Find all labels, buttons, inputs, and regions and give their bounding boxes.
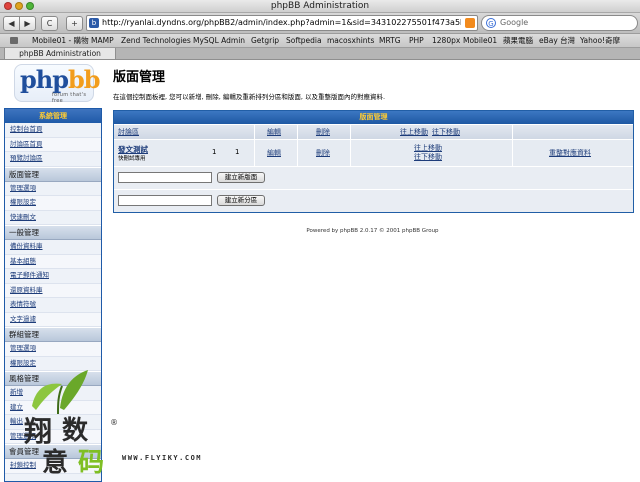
bookmark-item[interactable]: Getgrip (251, 34, 279, 47)
column-divider (350, 140, 351, 166)
column-forum-link[interactable]: 討論區 (118, 125, 139, 139)
sidebar-item-forum-index[interactable]: 討論區首頁 (5, 137, 101, 152)
column-move-down-link[interactable]: 往下移動 (432, 125, 460, 139)
bookmark-item[interactable]: Yahoo!奇摩 (580, 34, 620, 47)
bookmark-item[interactable]: macosxhints (327, 34, 374, 47)
column-divider (254, 140, 255, 166)
window-title: phpBB Administration (270, 1, 370, 11)
sidebar-item-configuration[interactable]: 基本組態 (5, 254, 101, 269)
bookmark-item[interactable]: PHP (409, 34, 424, 47)
bookmark-item[interactable]: 蘋果電腦 (503, 34, 533, 47)
sidebar-item-admin-index[interactable]: 控制台首頁 (5, 123, 101, 138)
forum-edit-link[interactable]: 編輯 (267, 148, 281, 158)
sidebar-category-group-admin: 群組管理 (5, 327, 101, 342)
sprout-icon (32, 370, 88, 415)
forum-delete-link[interactable]: 刪除 (316, 148, 330, 158)
add-forum-row: 建立新版面 (114, 166, 633, 189)
watermark-char: 意 (42, 448, 69, 478)
column-divider (297, 140, 298, 166)
sidebar-item-prune[interactable]: 快速刪文 (5, 210, 101, 225)
rss-icon[interactable] (465, 18, 475, 28)
forum-posts-count: 1 (235, 148, 240, 156)
column-move-up-link[interactable]: 往上移動 (400, 125, 428, 139)
forum-row: 發文測試 快刪試專用 1 1 編輯 刪除 往上移動 往下移動 重整對應資料 (114, 139, 633, 166)
watermark-registered-mark: ® (110, 418, 118, 427)
search-placeholder: Google (500, 18, 529, 27)
column-divider (512, 140, 513, 166)
forum-admin-panel: 版面管理 討論區 編輯 刪除 往上移動 往下移動 發文測試 快刪試專用 1 1 … (113, 110, 634, 213)
bookmarks-bar: Mobile01 - 購物 MAMP Zend Technologies MyS… (0, 34, 640, 48)
sidebar-item-forum-manage[interactable]: 管理選項 (5, 181, 101, 196)
new-category-name-input[interactable] (118, 195, 212, 206)
table-title: 版面管理 (114, 111, 633, 124)
search-field[interactable]: G Google (481, 15, 638, 31)
phpbb-logo[interactable]: phpbb forum that's free (14, 64, 101, 104)
forward-button[interactable]: ▶ (19, 16, 36, 31)
bookmark-item[interactable]: Mobile01 - 購物 (32, 34, 89, 47)
forum-description: 快刪試專用 (118, 156, 146, 162)
page-footer: Powered by phpBB 2.0.17 © 2001 phpBB Gro… (306, 228, 439, 234)
logo-wordmark: phpbb (20, 65, 101, 94)
bookmark-item[interactable]: eBay 台灣 (539, 34, 575, 47)
column-edit-link[interactable]: 編輯 (267, 125, 281, 139)
watermark-char: 码 (78, 448, 105, 478)
bookmark-item[interactable]: MySQL Admin (193, 34, 245, 47)
sidebar-item-word-censor[interactable]: 文字過濾 (5, 312, 101, 327)
bookmark-item[interactable]: Softpedia (286, 34, 322, 47)
sidebar-category-forum-admin: 版面管理 (5, 166, 101, 182)
page-title: 版面管理 (113, 70, 166, 85)
logo-php-text: php (20, 65, 69, 94)
logo-tagline: forum that's free (52, 92, 87, 104)
bookmark-item[interactable]: MRTG (379, 34, 401, 47)
column-delete-link[interactable]: 刪除 (316, 125, 330, 139)
tab-phpbb-administration[interactable]: phpBB Administration (4, 48, 116, 59)
refresh-button[interactable]: C (41, 16, 58, 31)
sidebar-item-forum-permissions[interactable]: 權限設定 (5, 196, 101, 211)
google-search-icon[interactable]: G (486, 18, 496, 28)
column-divider (350, 125, 351, 139)
bookmarks-book-icon[interactable] (10, 37, 18, 44)
forum-admin-table: 版面管理 討論區 編輯 刪除 往上移動 往下移動 發文測試 快刪試專用 1 1 … (113, 110, 634, 213)
back-button[interactable]: ◀ (3, 16, 20, 31)
sidebar-item-group-manage[interactable]: 管理選項 (5, 342, 101, 357)
create-forum-button[interactable]: 建立新版面 (217, 172, 265, 183)
column-divider (254, 125, 255, 139)
sidebar-item-smilies[interactable]: 表情符號 (5, 298, 101, 313)
browser-toolbar: ◀ ▶ C + b http://ryanlai.dyndns.org/phpB… (0, 13, 640, 34)
table-header-row: 討論區 編輯 刪除 往上移動 往下移動 (114, 124, 633, 139)
address-bar[interactable]: b http://ryanlai.dyndns.org/phpBB2/admin… (86, 15, 478, 31)
sidebar-category-general-admin: 一般管理 (5, 225, 101, 240)
forum-move-down-link[interactable]: 往下移動 (414, 152, 442, 162)
add-category-row: 建立新分區 (114, 189, 633, 212)
forum-topics-count: 1 (212, 148, 217, 156)
bookmark-item[interactable]: 1280px (432, 34, 460, 47)
address-bar-url[interactable]: http://ryanlai.dyndns.org/phpBB2/admin/i… (102, 16, 461, 30)
page-description: 在這個控制面板裡, 您可以新增, 刪除, 編輯及重新排列分區和版面, 以及重整版… (113, 93, 386, 101)
sidebar-item-backup-db[interactable]: 備份資料庫 (5, 240, 101, 255)
watermark-site: WWW.FLYIKY.COM (122, 454, 203, 462)
sidebar-header: 系統管理 (5, 109, 101, 123)
bookmark-item[interactable]: MAMP (91, 34, 114, 47)
tab-bar: phpBB Administration (0, 48, 640, 60)
column-divider (297, 125, 298, 139)
window-titlebar: phpBB Administration (0, 0, 640, 13)
create-category-button[interactable]: 建立新分區 (217, 195, 265, 206)
add-bookmark-button[interactable]: + (66, 16, 83, 31)
site-favicon-icon: b (89, 18, 99, 28)
bookmark-item[interactable]: Zend Technologies (121, 34, 191, 47)
sidebar-item-mass-email[interactable]: 電子郵件通知 (5, 269, 101, 284)
new-forum-name-input[interactable] (118, 172, 212, 183)
watermark-logo: 翔 数 意 码 ® WWW.FLYIKY.COM (18, 366, 218, 478)
forum-resync-link[interactable]: 重整對應資料 (549, 148, 591, 158)
sidebar-item-preview-forum[interactable]: 預覽討論區 (5, 152, 101, 167)
sidebar-item-restore-db[interactable]: 還原資料庫 (5, 283, 101, 298)
column-divider (512, 125, 513, 139)
logo-bb-text: bb (68, 65, 101, 94)
bookmark-item[interactable]: Mobile01 (463, 34, 497, 47)
